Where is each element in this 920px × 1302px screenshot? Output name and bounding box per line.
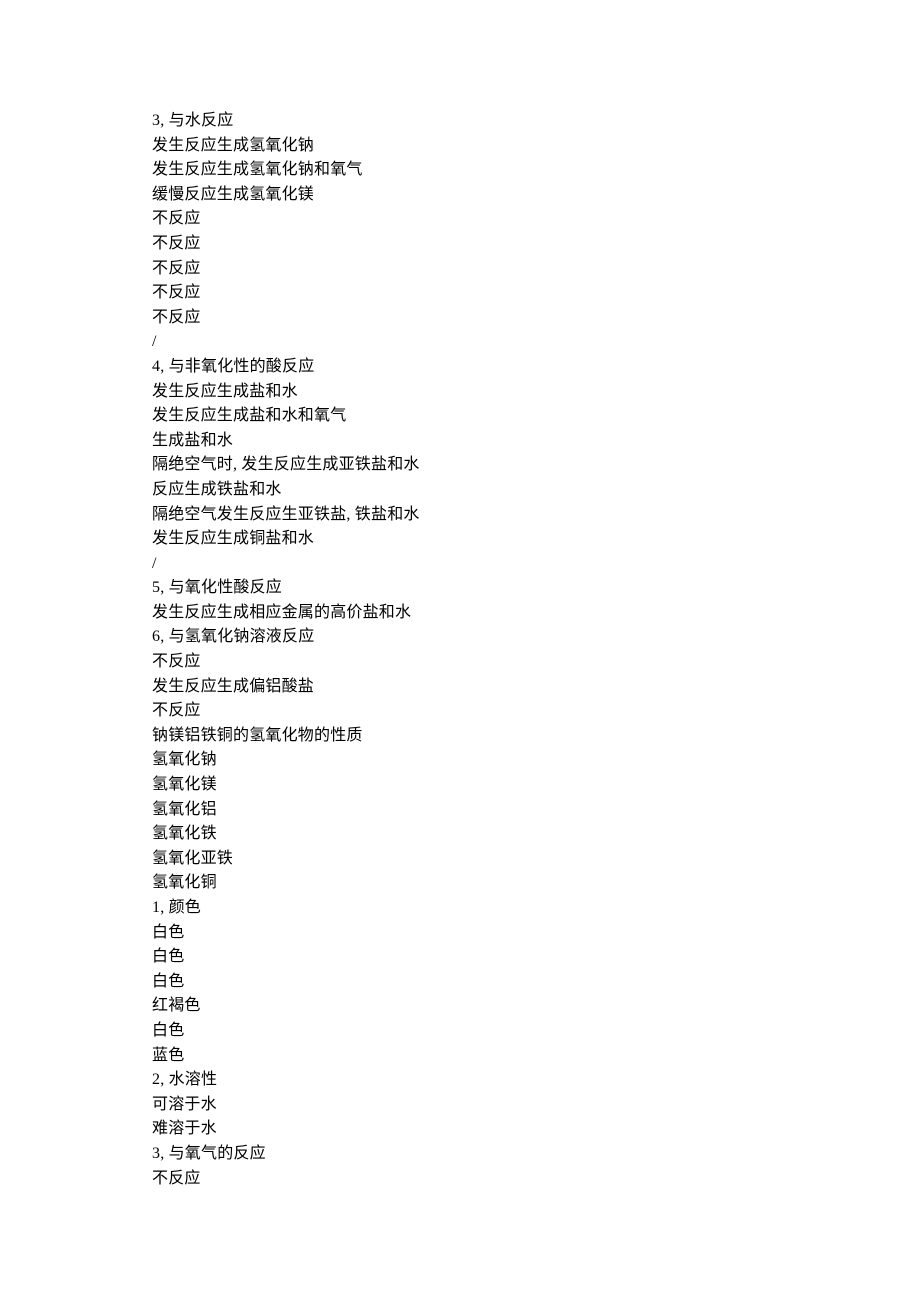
text-line: 不反应: [152, 207, 768, 232]
text-line: 发生反应生成盐和水和氧气: [152, 404, 768, 429]
text-line: 发生反应生成铜盐和水: [152, 527, 768, 552]
text-line: 白色: [152, 945, 768, 970]
text-line: 4, 与非氧化性的酸反应: [152, 355, 768, 380]
text-line: 红褐色: [152, 994, 768, 1019]
text-line: 6, 与氢氧化钠溶液反应: [152, 625, 768, 650]
text-line: 氢氧化亚铁: [152, 847, 768, 872]
text-line: 不反应: [152, 306, 768, 331]
text-line: 白色: [152, 1019, 768, 1044]
text-line: 1, 颜色: [152, 896, 768, 921]
text-line: 白色: [152, 921, 768, 946]
text-line: 氢氧化镁: [152, 773, 768, 798]
text-line: 不反应: [152, 1167, 768, 1192]
text-line: 5, 与氧化性酸反应: [152, 576, 768, 601]
text-line: 隔绝空气发生反应生亚铁盐, 铁盐和水: [152, 503, 768, 528]
text-line: 不反应: [152, 281, 768, 306]
text-line: 3, 与氧气的反应: [152, 1142, 768, 1167]
text-line: 缓慢反应生成氢氧化镁: [152, 183, 768, 208]
text-line: 发生反应生成盐和水: [152, 380, 768, 405]
text-line: 可溶于水: [152, 1093, 768, 1118]
text-line: 氢氧化铜: [152, 871, 768, 896]
text-line: 2, 水溶性: [152, 1068, 768, 1093]
text-line: 钠镁铝铁铜的氢氧化物的性质: [152, 724, 768, 749]
document-page: 3, 与水反应 发生反应生成氢氧化钠 发生反应生成氢氧化钠和氧气 缓慢反应生成氢…: [0, 0, 768, 1191]
text-line: 氢氧化铝: [152, 798, 768, 823]
text-line: 不反应: [152, 699, 768, 724]
text-line: 隔绝空气时, 发生反应生成亚铁盐和水: [152, 453, 768, 478]
text-line: 蓝色: [152, 1044, 768, 1069]
text-line: 反应生成铁盐和水: [152, 478, 768, 503]
text-line: 生成盐和水: [152, 429, 768, 454]
text-line: 发生反应生成相应金属的高价盐和水: [152, 601, 768, 626]
text-line: 发生反应生成氢氧化钠和氧气: [152, 158, 768, 183]
text-line: 白色: [152, 970, 768, 995]
text-line: 氢氧化钠: [152, 748, 768, 773]
text-line: /: [152, 552, 768, 577]
text-line: 不反应: [152, 232, 768, 257]
text-line: 不反应: [152, 650, 768, 675]
text-line: 发生反应生成氢氧化钠: [152, 134, 768, 159]
text-line: 不反应: [152, 257, 768, 282]
text-line: 氢氧化铁: [152, 822, 768, 847]
text-line: 3, 与水反应: [152, 109, 768, 134]
text-line: 发生反应生成偏铝酸盐: [152, 675, 768, 700]
text-line: 难溶于水: [152, 1117, 768, 1142]
text-line: /: [152, 330, 768, 355]
